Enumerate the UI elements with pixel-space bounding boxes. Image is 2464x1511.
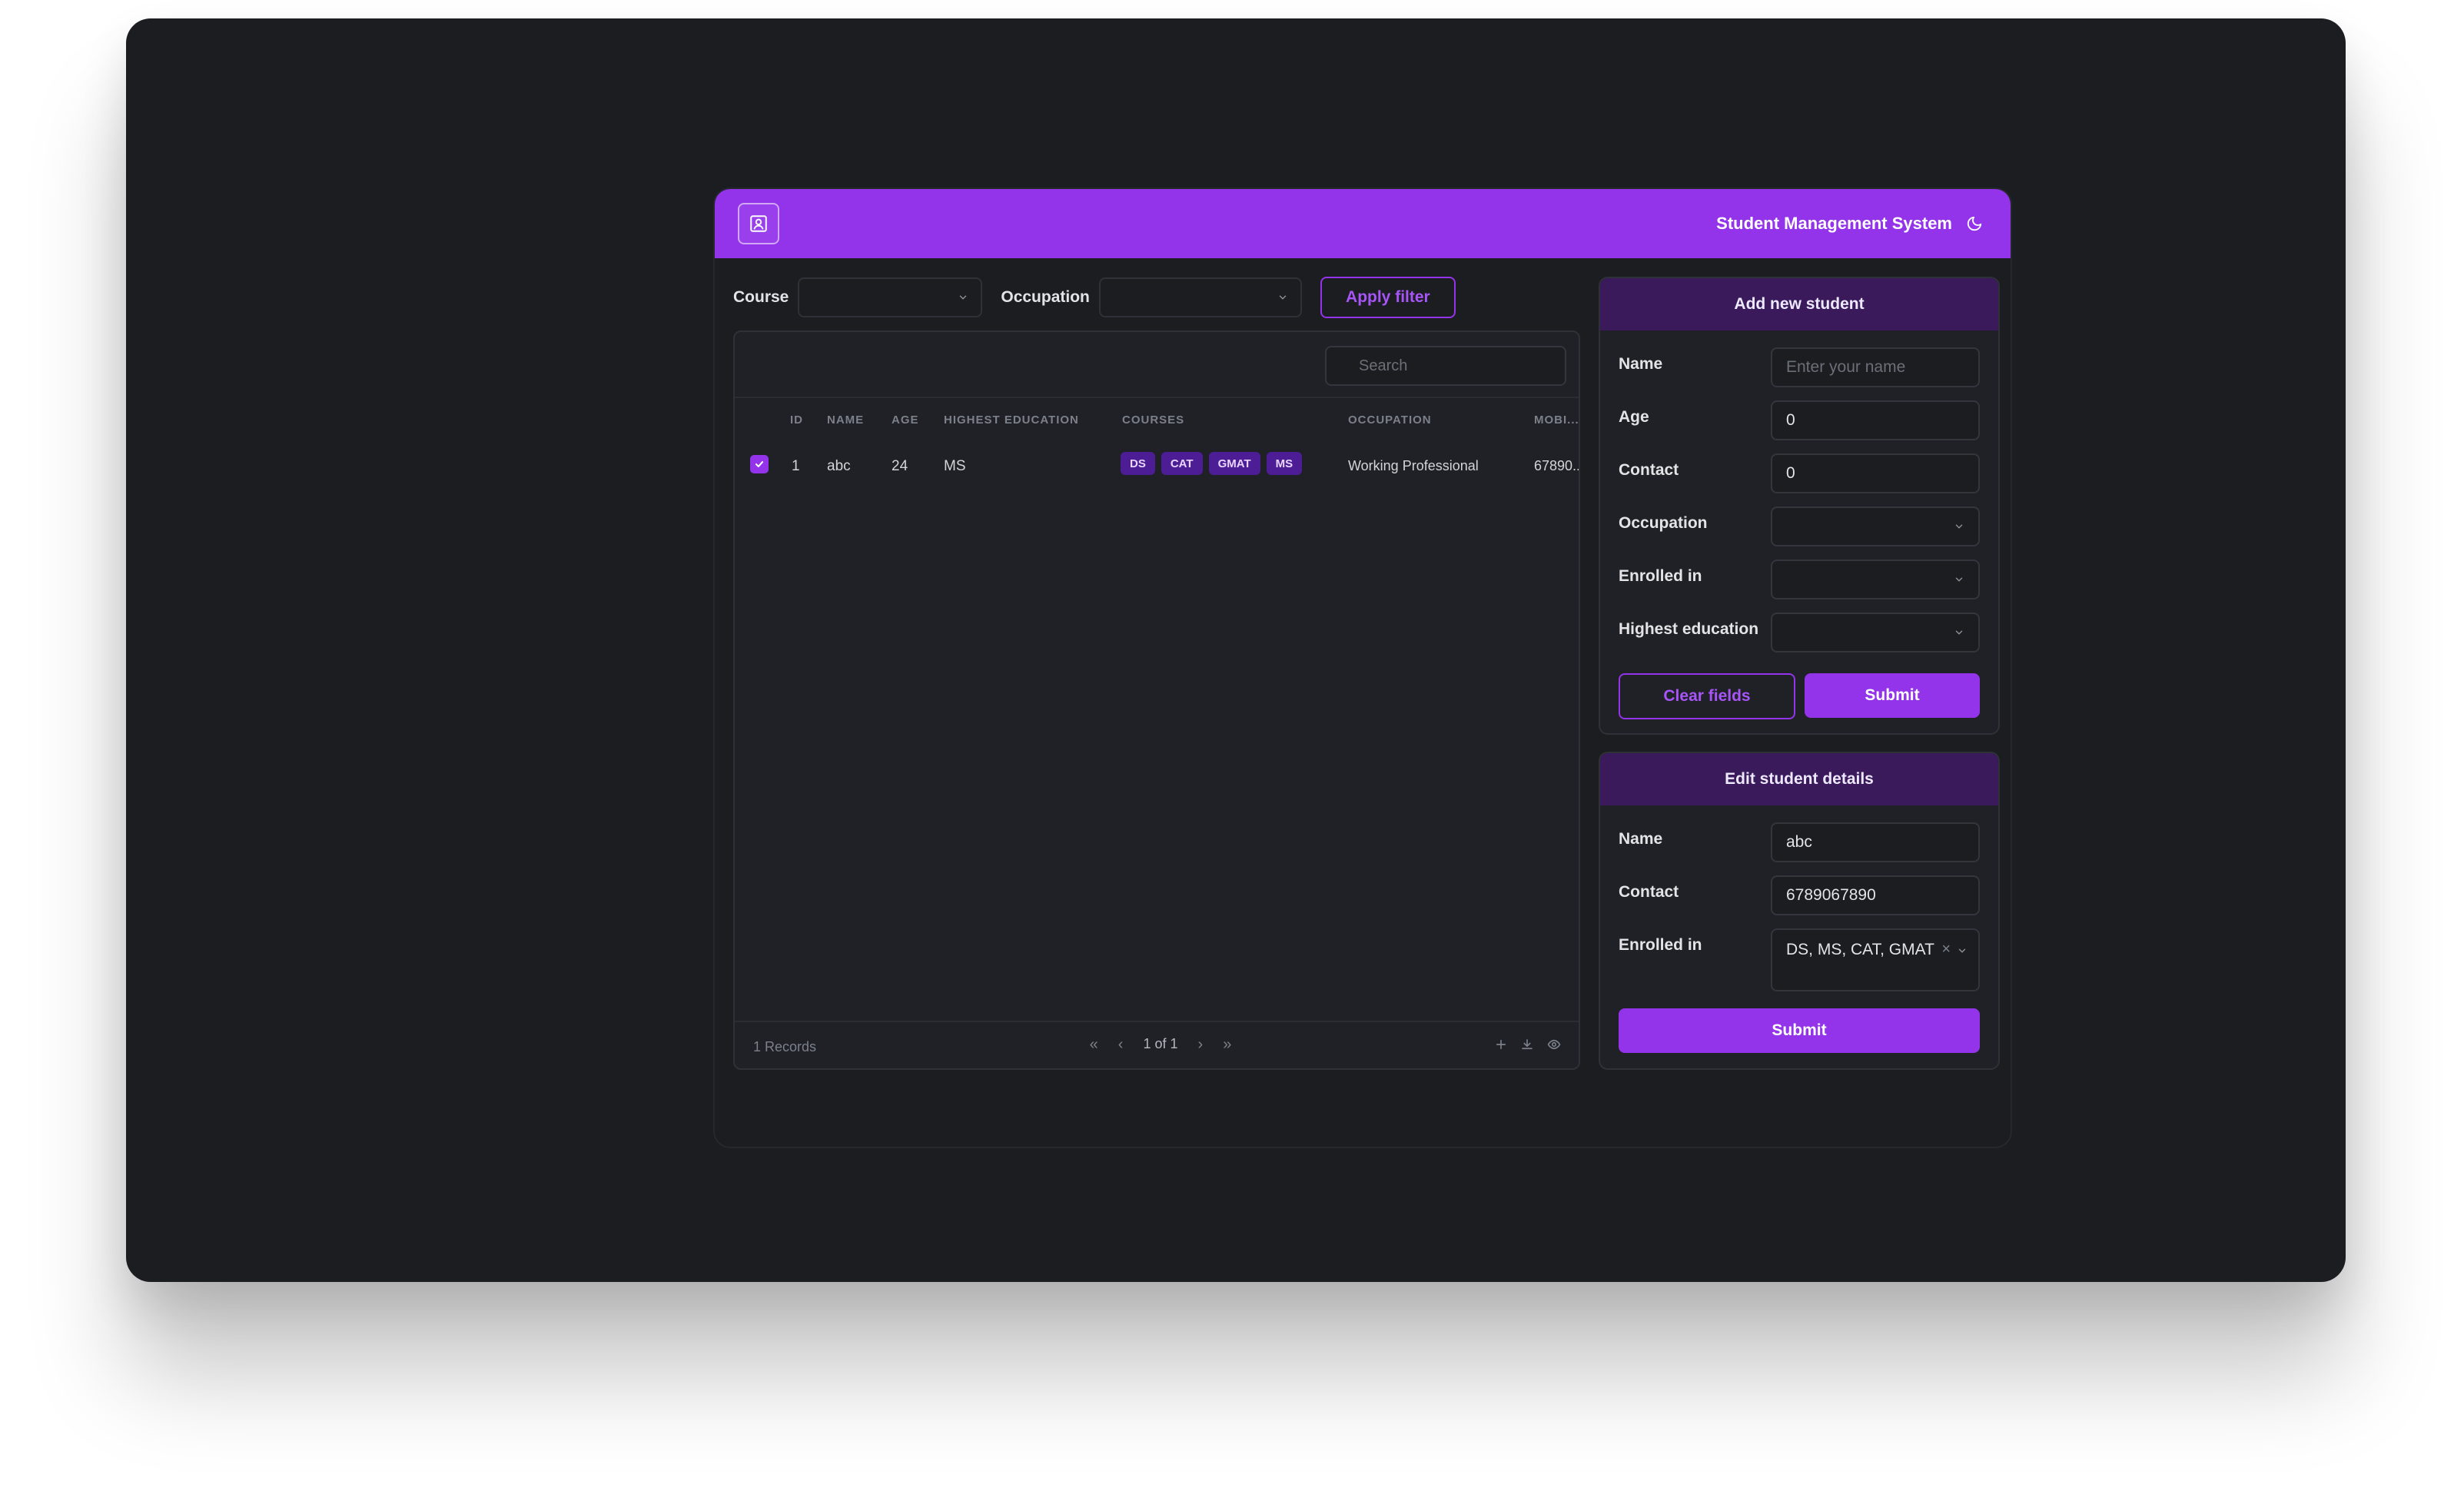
add-occupation-label: Occupation <box>1619 514 1708 532</box>
chevron-down-icon <box>1955 630 1963 635</box>
apply-filter-button[interactable]: Apply filter <box>1320 277 1456 318</box>
plus-icon[interactable] <box>1494 1038 1508 1051</box>
course-badge: GMAT <box>1208 452 1260 475</box>
students-table: ID NAME AGE HIGHEST EDUCATION COURSES OC… <box>733 330 1580 1070</box>
column-header-name[interactable]: NAME <box>827 413 864 427</box>
column-header-age[interactable]: AGE <box>892 413 919 427</box>
course-badge: MS <box>1266 452 1303 475</box>
cell-name: abc <box>827 458 851 474</box>
table-actions <box>1494 1038 1562 1051</box>
top-bar: Student Management System <box>715 189 2011 258</box>
chevron-down-icon <box>1955 524 1963 529</box>
check-icon <box>755 461 764 467</box>
moon-icon[interactable] <box>1966 215 1983 232</box>
add-name-row: Name <box>1619 347 1980 389</box>
add-occupation-select[interactable] <box>1771 506 1980 546</box>
table-header: ID NAME AGE HIGHEST EDUCATION COURSES OC… <box>735 400 1579 441</box>
edit-enrolled-row: Enrolled in DS, MS, CAT, GMAT × <box>1619 928 1980 991</box>
cell-mobile: 67890... <box>1534 458 1580 473</box>
add-enrolled-select[interactable] <box>1771 560 1980 599</box>
app-title: Student Management System <box>1716 214 1952 233</box>
occupation-filter-label: Occupation <box>1001 288 1090 306</box>
add-student-panel: Add new student Name Age Contact Occupat… <box>1599 277 2000 735</box>
title-area: Student Management System <box>1716 214 1983 234</box>
last-page-button[interactable]: » <box>1223 1037 1231 1052</box>
table-footer: 1 Records « ‹ 1 of 1 › » <box>735 1021 1579 1068</box>
edit-contact-row: Contact <box>1619 875 1980 917</box>
logo-button[interactable] <box>738 203 779 244</box>
chevron-down-icon <box>1958 948 1966 953</box>
table-row[interactable]: 1 abc 24 MS DS CAT GMAT MS Working Profe… <box>735 441 1579 489</box>
cell-age: 24 <box>892 458 908 474</box>
edit-student-title: Edit student details <box>1600 753 1998 805</box>
column-header-courses[interactable]: COURSES <box>1122 413 1184 427</box>
add-age-row: Age <box>1619 400 1980 442</box>
add-submit-button[interactable]: Submit <box>1805 673 1980 718</box>
add-name-input[interactable] <box>1771 347 1980 387</box>
column-header-highest-education[interactable]: HIGHEST EDUCATION <box>944 413 1079 427</box>
edit-enrolled-label: Enrolled in <box>1619 936 1702 954</box>
column-header-occupation[interactable]: OCCUPATION <box>1348 413 1432 427</box>
add-name-label: Name <box>1619 355 1663 373</box>
cell-occupation: Working Professional <box>1348 458 1479 473</box>
course-filter-select[interactable] <box>798 277 983 317</box>
column-header-id[interactable]: ID <box>790 413 803 427</box>
column-header-mobile[interactable]: MOBI... <box>1534 413 1579 427</box>
add-age-input[interactable] <box>1771 400 1980 440</box>
edit-name-label: Name <box>1619 830 1663 848</box>
chevron-down-icon <box>1279 295 1287 300</box>
eye-icon[interactable] <box>1546 1038 1562 1051</box>
chevron-down-icon <box>960 295 967 300</box>
contact-card-icon <box>750 215 767 232</box>
add-enrolled-label: Enrolled in <box>1619 567 1702 585</box>
edit-name-input[interactable] <box>1771 822 1980 862</box>
prev-page-button[interactable]: ‹ <box>1118 1037 1124 1052</box>
app-container: Student Management System Course Occupat… <box>713 188 2012 1148</box>
add-occupation-row: Occupation <box>1619 506 1980 548</box>
add-age-label: Age <box>1619 408 1649 426</box>
add-education-row: Highest education <box>1619 613 1980 654</box>
next-page-button[interactable]: › <box>1198 1037 1204 1052</box>
pagination: « ‹ 1 of 1 › » <box>735 1036 1579 1052</box>
add-education-select[interactable] <box>1771 613 1980 653</box>
edit-enrolled-value: DS, MS, CAT, GMAT <box>1786 941 1934 958</box>
add-contact-label: Contact <box>1619 461 1679 479</box>
edit-submit-button[interactable]: Submit <box>1619 1008 1980 1053</box>
first-page-button[interactable]: « <box>1090 1037 1098 1052</box>
chevron-down-icon <box>1955 577 1963 582</box>
row-checkbox[interactable] <box>750 455 769 473</box>
download-icon[interactable] <box>1520 1038 1534 1051</box>
cell-education: MS <box>944 458 966 474</box>
page-indicator: 1 of 1 <box>1143 1036 1178 1051</box>
table-toolbar <box>735 332 1579 398</box>
clear-fields-button[interactable]: Clear fields <box>1619 673 1795 719</box>
edit-name-row: Name <box>1619 822 1980 864</box>
add-education-label: Highest education <box>1619 620 1759 638</box>
occupation-filter-select[interactable] <box>1098 277 1302 317</box>
edit-enrolled-select[interactable]: DS, MS, CAT, GMAT × <box>1771 928 1980 991</box>
filter-bar: Course Occupation Apply filter <box>733 277 1456 318</box>
course-badge: CAT <box>1161 452 1203 475</box>
edit-student-panel: Edit student details Name Contact Enroll… <box>1599 752 2000 1070</box>
edit-contact-input[interactable] <box>1771 875 1980 915</box>
course-filter-label: Course <box>733 288 789 306</box>
cell-id: 1 <box>792 458 800 474</box>
add-student-title: Add new student <box>1600 278 1998 330</box>
desktop-window: Student Management System Course Occupat… <box>126 18 2346 1282</box>
cell-courses: DS CAT GMAT MS <box>1121 452 1303 475</box>
close-icon[interactable]: × <box>1941 941 1951 958</box>
add-contact-row: Contact <box>1619 453 1980 495</box>
search-input[interactable] <box>1325 346 1566 386</box>
add-contact-input[interactable] <box>1771 453 1980 493</box>
edit-contact-label: Contact <box>1619 883 1679 901</box>
course-badge: DS <box>1121 452 1155 475</box>
add-enrolled-row: Enrolled in <box>1619 560 1980 601</box>
